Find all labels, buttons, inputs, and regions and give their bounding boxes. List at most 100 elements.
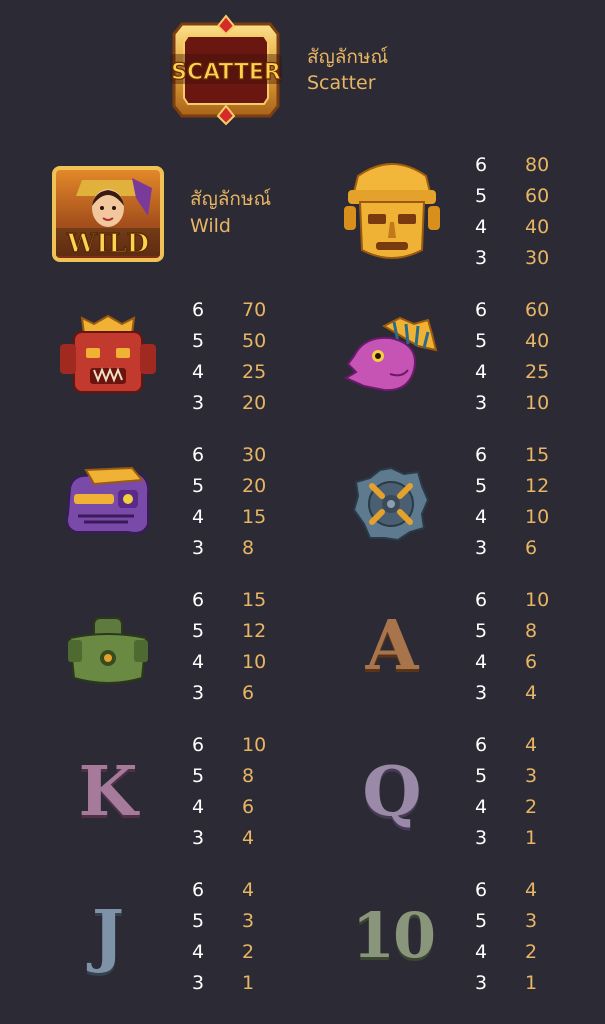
pay-value: 1	[525, 827, 538, 849]
gold-mask-icon	[344, 156, 440, 266]
pay-row: 3 30	[475, 243, 595, 274]
pay-row: 53	[475, 761, 595, 792]
letter-k-glyph: K	[78, 752, 137, 832]
pay-count: 4	[192, 361, 205, 383]
pay-row: 5 12	[475, 471, 595, 502]
pay-row: 4 10	[475, 502, 595, 533]
letter-10-glyph: 10	[351, 899, 436, 972]
pay-row: 6 10	[475, 585, 595, 616]
scatter-label-th: สัญลักษณ์	[307, 46, 389, 68]
pay-row: 53	[192, 906, 312, 937]
pay-row: 4 25	[475, 357, 595, 388]
pay-value: 3	[242, 910, 255, 932]
svg-text:SCATTER: SCATTER	[171, 60, 281, 85]
pay-row: 46	[192, 792, 312, 823]
pay-value: 15	[525, 444, 550, 466]
pay-row: 6 15	[192, 585, 312, 616]
pay-count: 6	[475, 154, 488, 176]
pay-value: 4	[525, 879, 538, 901]
pay-value: 60	[525, 299, 550, 321]
pay-value: 8	[242, 537, 255, 559]
pay-value: 15	[242, 589, 267, 611]
pay-value: 10	[242, 734, 267, 756]
pay-value: 4	[525, 734, 538, 756]
letter-10-icon: 10	[348, 896, 438, 976]
purple-serpent-icon	[64, 466, 152, 538]
pay-count: 4	[192, 651, 205, 673]
pay-count: 3	[475, 972, 488, 994]
pay-table-red-mask: 6 70 5 50 4 25 3 20	[192, 295, 312, 419]
pay-count: 4	[475, 361, 488, 383]
letter-a-glyph: A	[365, 606, 419, 686]
pay-row: 6 60	[475, 295, 595, 326]
pink-bird-head-icon	[343, 316, 438, 398]
pay-row: 42	[475, 937, 595, 968]
pay-value: 30	[242, 444, 267, 466]
pay-row: 5 20	[192, 471, 312, 502]
pay-row: 6 70	[192, 295, 312, 326]
pay-count: 4	[192, 506, 205, 528]
pay-row: 5 50	[192, 326, 312, 357]
pay-count: 6	[475, 299, 488, 321]
pay-count: 3	[192, 972, 205, 994]
letter-a-icon: A	[354, 606, 428, 686]
pay-row: 6 80	[475, 150, 595, 181]
pay-count: 5	[475, 910, 488, 932]
scatter-label: สัญลักษณ์ Scatter	[307, 44, 388, 96]
pay-count: 5	[475, 765, 488, 787]
pay-count: 5	[192, 620, 205, 642]
pay-count: 4	[475, 651, 488, 673]
pay-value: 8	[242, 765, 255, 787]
letter-j-icon: J	[70, 896, 144, 976]
pay-table-letter-q: 64 53 42 31	[475, 730, 595, 854]
pay-count: 3	[475, 247, 488, 269]
pay-row: 5 12	[192, 616, 312, 647]
pay-row: 34	[192, 823, 312, 854]
pay-value: 1	[242, 972, 255, 994]
pay-value: 12	[242, 620, 267, 642]
pay-row: 5 40	[475, 326, 595, 357]
pay-value: 6	[525, 537, 538, 559]
pay-count: 6	[192, 589, 205, 611]
pay-count: 3	[192, 682, 205, 704]
pay-count: 6	[192, 299, 205, 321]
pay-count: 6	[475, 589, 488, 611]
pay-table-letter-k: 6 10 58 46 34	[192, 730, 312, 854]
pay-row: 4 10	[192, 647, 312, 678]
pay-row: 58	[192, 761, 312, 792]
pay-value: 4	[242, 827, 255, 849]
pay-value: 30	[525, 247, 550, 269]
pay-value: 6	[242, 796, 255, 818]
pay-count: 5	[475, 185, 488, 207]
pay-count: 4	[475, 796, 488, 818]
pay-row: 4 25	[192, 357, 312, 388]
pay-count: 3	[475, 682, 488, 704]
pay-value: 15	[242, 506, 267, 528]
pay-value: 12	[525, 475, 550, 497]
pay-value: 50	[242, 330, 267, 352]
pay-value: 70	[242, 299, 267, 321]
pay-row: 58	[475, 616, 595, 647]
pay-value: 10	[242, 651, 267, 673]
pay-row: 5 60	[475, 181, 595, 212]
pay-count: 5	[475, 475, 488, 497]
pay-row: 3 20	[192, 388, 312, 419]
pay-value: 10	[525, 589, 550, 611]
pay-row: 4 40	[475, 212, 595, 243]
pay-row: 6 30	[192, 440, 312, 471]
pay-count: 6	[475, 734, 488, 756]
scatter-label-en: Scatter	[307, 72, 376, 94]
pay-value: 20	[242, 392, 267, 414]
pay-row: 64	[192, 875, 312, 906]
pay-value: 4	[242, 879, 255, 901]
pay-count: 3	[192, 392, 205, 414]
pay-value: 4	[525, 682, 538, 704]
wild-priestess-icon: WILD	[52, 166, 164, 262]
pay-table-pink-bird: 6 60 5 40 4 25 3 10	[475, 295, 595, 419]
pay-value: 3	[525, 765, 538, 787]
pay-row: 6 10	[192, 730, 312, 761]
pay-value: 1	[525, 972, 538, 994]
pay-count: 4	[475, 506, 488, 528]
pay-row: 6 15	[475, 440, 595, 471]
pay-value: 6	[242, 682, 255, 704]
